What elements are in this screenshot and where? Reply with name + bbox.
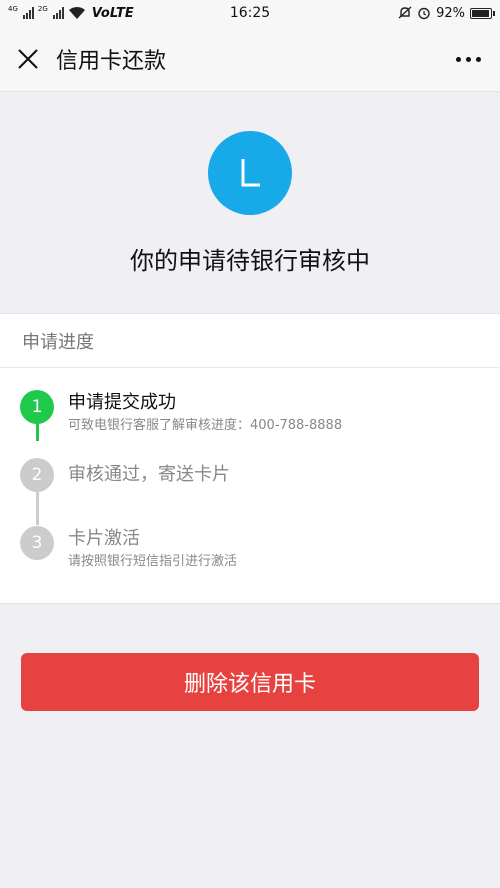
step-number: 2: [20, 458, 54, 492]
step-title: 审核通过，寄送卡片: [68, 464, 230, 485]
status-left: 4G 2G VoLTE: [8, 4, 134, 21]
step-body: 申请提交成功 可致电银行客服了解审核进度：400-788-8888: [68, 390, 342, 436]
bank-logo: [208, 131, 292, 215]
sim2-label: 2G: [37, 4, 48, 13]
progress-steps: 1 申请提交成功 可致电银行客服了解审核进度：400-788-8888 2 审核…: [0, 368, 500, 604]
step-title: 卡片激活: [68, 528, 140, 549]
status-right: 92%: [398, 5, 495, 21]
bank-logo-mark: [241, 159, 260, 187]
mute-icon: [398, 6, 412, 19]
step-title: 申请提交成功: [68, 392, 176, 413]
wifi-icon: [68, 6, 85, 19]
battery-fill: [472, 9, 489, 17]
step-body: 卡片激活 请按照银行短信指引进行激活: [68, 526, 237, 572]
title-bar: 信用卡还款: [0, 26, 500, 92]
step-subtitle: 可致电银行客服了解审核进度：400-788-8888: [68, 418, 343, 433]
battery-icon: [470, 7, 495, 19]
delete-card-button[interactable]: 删除该信用卡: [21, 653, 479, 711]
sim1-label: 4G: [8, 4, 18, 13]
step-number: 3: [20, 526, 54, 560]
signal-icon: [22, 7, 34, 19]
step-subtitle: 请按照银行短信指引进行激活: [68, 554, 238, 569]
hero-section: 你的申请待银行审核中: [0, 93, 500, 313]
close-icon[interactable]: [0, 26, 56, 92]
progress-title: 申请进度: [0, 314, 500, 368]
battery-percent: 92%: [436, 5, 465, 21]
status-bar: 4G 2G VoLTE 16:25 92%: [0, 0, 500, 26]
application-status: 你的申请待银行审核中: [130, 247, 370, 275]
step-number: 1: [20, 390, 54, 424]
page-title: 信用卡还款: [56, 48, 167, 74]
progress-step-1: 1 申请提交成功 可致电银行客服了解审核进度：400-788-8888: [20, 390, 342, 436]
alarm-icon: [418, 7, 430, 20]
progress-line-pending: [36, 491, 39, 525]
volte-label: VoLTE: [91, 5, 134, 21]
progress-step-3: 3 卡片激活 请按照银行短信指引进行激活: [20, 526, 237, 572]
progress-step-2: 2 审核通过，寄送卡片: [20, 458, 230, 492]
signal-icon-2: [52, 7, 64, 19]
progress-card: 申请进度 1 申请提交成功 可致电银行客服了解审核进度：400-788-8888…: [0, 313, 500, 604]
more-icon[interactable]: [450, 44, 486, 74]
step-body: 审核通过，寄送卡片: [68, 458, 230, 492]
